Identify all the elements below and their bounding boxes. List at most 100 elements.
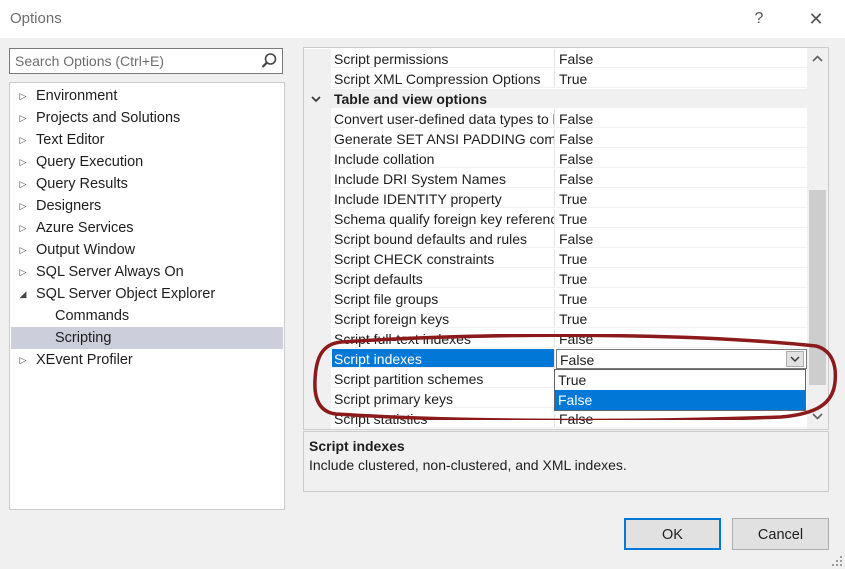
expand-arrow-icon[interactable]: ▷ [17,173,29,195]
tree-item[interactable]: Scripting [11,327,283,349]
property-value[interactable]: False [556,169,809,188]
search-input[interactable] [15,53,255,69]
expand-arrow-icon[interactable]: ▷ [17,85,29,107]
tree-item-label: Designers [36,198,102,214]
property-name: Include IDENTITY property [332,189,555,208]
expand-arrow-icon[interactable]: ▷ [17,217,29,239]
property-value[interactable]: True [556,249,809,268]
property-value[interactable]: True [556,269,809,288]
expand-arrow-icon[interactable]: ▷ [17,239,29,261]
property-name: Script permissions [332,49,555,68]
grid-row[interactable]: Script bound defaults and rules False [304,229,809,249]
property-value-text: False [559,171,594,187]
row-margin [304,109,331,129]
grid-row[interactable]: Script defaults True [304,269,809,289]
tree-item[interactable]: ▷ Query Execution [11,151,283,173]
highlight-annotation [313,334,838,420]
tree-item[interactable]: ▷ XEvent Profiler [11,349,283,371]
grid-category-row[interactable]: Table and view options [304,89,809,109]
scroll-up-icon[interactable] [811,52,824,65]
description-title: Script indexes [309,438,405,454]
property-value[interactable]: False [556,149,809,168]
tree-item[interactable]: ▷ Environment [11,85,283,107]
resize-grip-icon[interactable] [831,555,843,567]
property-value[interactable]: True [556,69,809,88]
expand-arrow-icon[interactable]: ▷ [17,151,29,173]
property-value-text: False [559,231,594,247]
property-value[interactable]: True [556,209,809,228]
tree-item-label: Projects and Solutions [36,110,181,126]
search-icon[interactable] [260,52,278,70]
property-value[interactable]: False [556,129,809,148]
property-value-text: True [559,251,588,267]
property-name: Script file groups [332,289,555,308]
row-margin [304,249,331,269]
title-bar: Options ? ✕ [0,0,845,38]
collapse-arrow-icon[interactable]: ◢ [17,283,29,305]
grid-row[interactable]: Script CHECK constraints True [304,249,809,269]
property-name: Schema qualify foreign key reference [332,209,555,228]
tree-item[interactable]: ▷ SQL Server Always On [11,261,283,283]
tree-item[interactable]: ◢ SQL Server Object Explorer [11,283,283,305]
category-label: Table and view options [332,89,809,108]
expand-arrow-icon[interactable]: ▷ [17,261,29,283]
row-margin [304,289,331,309]
property-name: Script foreign keys [332,309,555,328]
grid-row[interactable]: Script file groups True [304,289,809,309]
property-value[interactable]: False [556,109,809,128]
property-value-text: False [559,131,594,147]
expand-arrow-icon[interactable]: ▷ [17,349,29,371]
tree-item[interactable]: ▷ Output Window [11,239,283,261]
expand-arrow-icon[interactable]: ▷ [17,195,29,217]
property-value-text: True [559,211,588,227]
row-margin [304,169,331,189]
help-button[interactable]: ? [748,8,770,30]
property-value-text: True [559,311,588,327]
tree-item-label: SQL Server Always On [36,264,184,280]
grid-row[interactable]: Script foreign keys True [304,309,809,329]
tree-item[interactable]: ▷ Azure Services [11,217,283,239]
ok-button[interactable]: OK [624,518,721,550]
tree-item-label: Environment [36,88,118,104]
grid-row[interactable]: Script XML Compression Options True [304,69,809,89]
tree-item[interactable]: ▷ Query Results [11,173,283,195]
property-value-text: True [559,271,588,287]
property-name: Script bound defaults and rules [332,229,555,248]
grid-row[interactable]: Include collation False [304,149,809,169]
tree-item[interactable]: ▷ Projects and Solutions [11,107,283,129]
property-name: Convert user-defined data types to ba [332,109,555,128]
property-value[interactable]: False [556,49,809,68]
window-title: Options [10,10,62,27]
tree-item-label: SQL Server Object Explorer [36,286,216,302]
expand-arrow-icon[interactable]: ▷ [17,129,29,151]
grid-row[interactable]: Schema qualify foreign key reference True [304,209,809,229]
chevron-down-icon[interactable] [310,93,322,105]
row-margin [304,129,331,149]
tree-item[interactable]: ▷ Text Editor [11,129,283,151]
grid-row[interactable]: Include DRI System Names False [304,169,809,189]
property-value[interactable]: False [556,229,809,248]
grid-row[interactable]: Convert user-defined data types to ba Fal… [304,109,809,129]
tree-item[interactable]: Commands [11,305,283,327]
grid-row[interactable]: Generate SET ANSI PADDING comma False [304,129,809,149]
grid-row[interactable]: Include IDENTITY property True [304,189,809,209]
property-value[interactable]: True [556,189,809,208]
options-tree: ▷ Environment ▷ Projects and Solutions ▷ Text… [9,82,285,510]
tree-item-label: Query Execution [36,154,144,170]
row-margin [304,69,331,89]
close-button[interactable]: ✕ [805,8,827,30]
property-value-text: True [559,191,588,207]
search-box[interactable] [9,48,283,74]
property-value[interactable]: True [556,309,809,328]
description-text: Include clustered, non-clustered, and XM… [309,457,627,473]
expand-arrow-icon[interactable]: ▷ [17,107,29,129]
cancel-button[interactable]: Cancel [732,518,829,550]
row-margin [304,149,331,169]
row-margin [304,49,331,69]
property-value[interactable]: True [556,289,809,308]
tree-item-label: XEvent Profiler [36,352,133,368]
property-value-text: False [559,111,594,127]
grid-row[interactable]: Script permissions False [304,49,809,69]
tree-item[interactable]: ▷ Designers [11,195,283,217]
property-name: Script XML Compression Options [332,69,555,88]
